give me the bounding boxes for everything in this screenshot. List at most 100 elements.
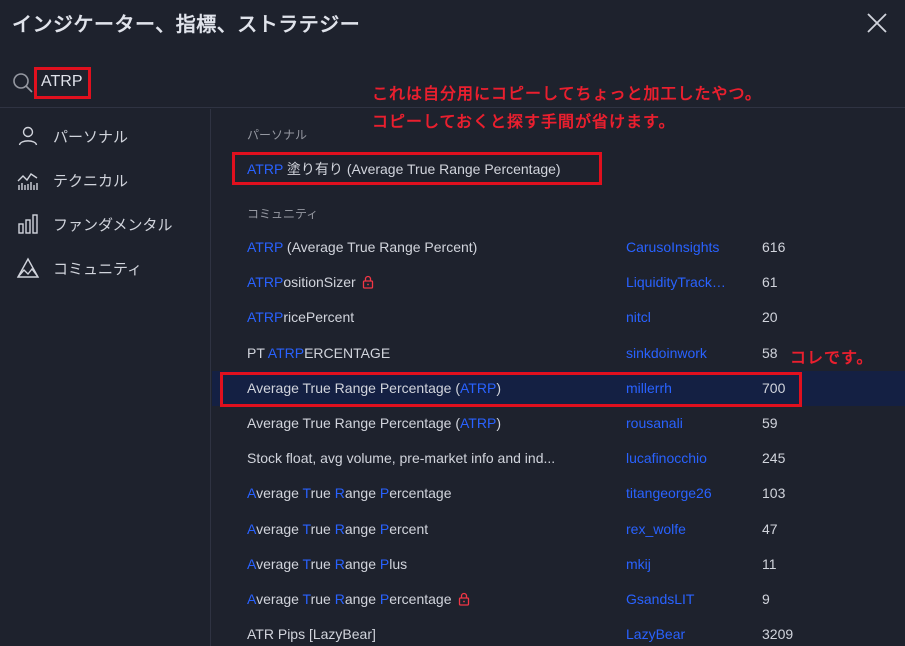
selected-annotation-box (220, 372, 802, 407)
script-name-part: verage (256, 555, 303, 572)
match-highlight: A (247, 555, 257, 572)
script-author[interactable]: sinkdoinwork (626, 345, 707, 361)
dialog-header: インジケーター、指標、ストラテジー (0, 0, 905, 56)
script-name-part: ERCENTAGE (304, 344, 391, 361)
script-author[interactable]: LiquidityTrack… (626, 274, 726, 290)
script-name-part: ercentage (389, 485, 452, 502)
script-author[interactable]: mkij (626, 556, 651, 572)
script-name-part: ange (344, 485, 380, 502)
script-name-part: lus (389, 555, 408, 572)
sidebar-item-label: パーソナル (53, 128, 129, 146)
script-name: ATR Pips [LazyBear] (247, 626, 376, 642)
script-name-part: PT (247, 344, 268, 361)
sidebar-item-label: コミュニティ (53, 260, 143, 278)
match-highlight: ATRP (460, 415, 497, 431)
script-likes-count: 616 (762, 239, 786, 255)
script-name: ATRPositionSizer (247, 274, 374, 290)
script-likes-count: 59 (762, 415, 778, 431)
match-highlight: R (334, 520, 345, 537)
community-script-row[interactable]: Average True Range Percentage titangeorge… (212, 476, 905, 511)
community-script-row[interactable]: Average True Range Percent rex_wolfe 47 (212, 512, 905, 547)
script-author[interactable]: nitcl (626, 309, 651, 325)
sidebar-item-technical[interactable]: テクニカル (0, 159, 211, 199)
annotation-this-one: コレです。 (790, 348, 874, 367)
match-highlight: T (302, 555, 311, 572)
script-author[interactable]: CarusoInsights (626, 239, 719, 255)
dialog-title: インジケーター、指標、ストラテジー (12, 12, 361, 36)
script-author[interactable]: rex_wolfe (626, 521, 686, 537)
match-highlight: A (247, 591, 257, 607)
sidebar-item-label: ファンダメンタル (53, 216, 173, 234)
script-likes-count: 61 (762, 274, 778, 291)
match-highlight: R (334, 591, 345, 607)
community-script-row[interactable]: ATR Pips [LazyBear] LazyBear 3209 (212, 617, 905, 646)
community-icon (16, 257, 40, 278)
script-name: PT ATRPERCENTAGE (247, 345, 390, 361)
close-button[interactable] (864, 10, 890, 36)
personal-annotation-box (232, 152, 602, 185)
script-name-part: Average True Range Percentage ( (247, 415, 460, 431)
script-author[interactable]: rousanali (626, 415, 683, 431)
user-icon (18, 126, 38, 146)
script-name-part: ercent (389, 520, 429, 537)
script-name: ATRP (Average True Range Percent) (247, 239, 477, 255)
match-highlight: ATRP (247, 239, 284, 255)
script-name-part: ange (344, 555, 380, 572)
script-author[interactable]: GsandsLIT (626, 591, 694, 607)
sidebar-item-personal[interactable]: パーソナル (0, 115, 211, 155)
section-label-personal: パーソナル (247, 128, 308, 142)
match-highlight: ATRP (247, 309, 284, 326)
match-highlight: R (334, 485, 345, 502)
lock-icon (362, 276, 373, 289)
match-highlight: A (247, 485, 257, 502)
script-name: Average True Range Percentage (247, 591, 470, 607)
community-script-row[interactable]: Average True Range Plus mkij 11 (212, 547, 905, 582)
sidebar-item-fundamental[interactable]: ファンダメンタル (0, 203, 211, 243)
match-highlight: ATRP (267, 344, 305, 361)
script-author[interactable]: LazyBear (626, 626, 685, 642)
script-name-part: ange (344, 520, 380, 537)
community-script-row[interactable]: Average True Range Percentage (ATRP) rous… (212, 406, 905, 441)
sidebar-item-community[interactable]: コミュニティ (0, 247, 211, 287)
chart-line-icon (17, 173, 38, 190)
sidebar-item-label: テクニカル (53, 172, 129, 190)
match-highlight: T (302, 591, 311, 607)
bar-chart-icon (18, 214, 38, 234)
script-likes-count: 47 (762, 520, 778, 537)
script-likes-count: 245 (762, 450, 786, 467)
community-script-row[interactable]: Average True Range Percentage GsandsLIT 9 (212, 582, 905, 617)
script-likes-count: 58 (762, 344, 778, 361)
script-name-part: verage (256, 485, 303, 502)
close-icon (867, 13, 887, 33)
match-highlight: P (379, 555, 390, 572)
community-script-row[interactable]: Stock float, avg volume, pre-market info… (212, 441, 905, 476)
annotation-note-line1: これは自分用にコピーしてちょっと加工したやつ。 (372, 84, 762, 103)
script-name-part: ) (496, 415, 501, 431)
match-highlight: ATRP (247, 274, 284, 291)
match-highlight: R (334, 555, 345, 572)
script-name-part: Stock float, avg volume, pre-market info… (247, 450, 556, 467)
script-likes-count: 3209 (762, 626, 794, 643)
search-icon (13, 73, 33, 93)
script-name: ATRPricePercent (247, 309, 354, 325)
community-script-row[interactable]: ATRPricePercent nitcl 20 (212, 300, 905, 335)
script-author[interactable]: lucafinocchio (626, 450, 707, 466)
match-highlight: T (302, 520, 311, 537)
script-name: Average True Range Plus (247, 556, 407, 572)
script-name-part: (Average True Range Percent) (283, 239, 478, 255)
script-name-part: verage (256, 591, 303, 607)
script-name-part: rue (310, 520, 335, 537)
script-author[interactable]: titangeorge26 (626, 485, 712, 501)
script-name-part: ATR Pips [LazyBear] (247, 626, 376, 643)
script-name-part: verage (256, 520, 303, 537)
script-name-part: ositionSizer (283, 274, 356, 291)
script-likes-count: 11 (762, 555, 777, 572)
script-name: Stock float, avg volume, pre-market info… (247, 450, 555, 466)
script-name: Average True Range Percent (247, 521, 428, 537)
community-script-row[interactable]: ATRP (Average True Range Percent) CarusoI… (212, 230, 905, 265)
match-highlight: A (247, 520, 257, 537)
script-name: Average True Range Percentage (247, 485, 452, 501)
search-annotation-box (34, 67, 91, 99)
community-script-row[interactable]: ATRPositionSizer LiquidityTrack… 61 (212, 265, 905, 300)
script-likes-count: 20 (762, 309, 778, 326)
